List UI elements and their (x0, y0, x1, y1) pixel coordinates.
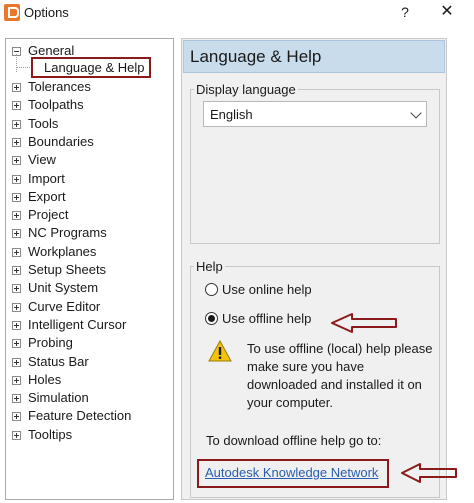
expand-icon[interactable] (12, 358, 21, 367)
tree-item-label: Probing (28, 335, 73, 350)
tree-item-simulation[interactable]: Simulation (6, 389, 166, 407)
tree-item-export[interactable]: Export (6, 188, 166, 206)
tree-item-label: Project (28, 207, 69, 222)
tree-item-label: Unit System (28, 280, 99, 295)
knowledge-network-link[interactable]: Autodesk Knowledge Network (205, 465, 378, 480)
annotation-arrow-icon (331, 313, 397, 333)
tree-item-feature-detection[interactable]: Feature Detection (6, 407, 166, 425)
tree-item-import[interactable]: Import (6, 170, 166, 188)
online-help-label[interactable]: Use online help (222, 282, 312, 298)
tree-item-label: Tools (28, 116, 59, 131)
expand-icon[interactable] (12, 412, 21, 421)
language-select[interactable]: English (203, 101, 427, 127)
expand-icon[interactable] (12, 284, 21, 293)
expand-icon[interactable] (12, 229, 21, 238)
tree-item-nc-programs[interactable]: NC Programs (6, 224, 166, 242)
online-help-radio[interactable] (205, 283, 218, 296)
title-bar: Options ? ✕ (0, 0, 474, 26)
expand-icon[interactable] (12, 101, 21, 110)
tree-item-curve-editor[interactable]: Curve Editor (6, 298, 166, 316)
annotation-arrow-icon (401, 463, 457, 483)
tree-item-label: Export (28, 189, 66, 204)
tree-item-unit-system[interactable]: Unit System (6, 279, 166, 297)
expand-icon[interactable] (12, 175, 21, 184)
tree-item-label: Curve Editor (28, 299, 101, 314)
tree-item-intelligent-cursor[interactable]: Intelligent Cursor (6, 316, 166, 334)
tree-item-label: Status Bar (28, 354, 89, 369)
offline-help-warning: To use offline (local) help please make … (247, 341, 433, 410)
tree-item-label: Holes (28, 372, 62, 387)
language-select-value: English (210, 107, 253, 122)
expand-icon[interactable] (12, 321, 21, 330)
tree-item-holes[interactable]: Holes (6, 371, 166, 389)
offline-help-radio[interactable] (205, 312, 218, 325)
tree-item-label: Boundaries (28, 134, 94, 149)
tree-item-label: Intelligent Cursor (28, 317, 127, 332)
offline-help-label[interactable]: Use offline help (222, 311, 311, 327)
expand-icon[interactable] (12, 83, 21, 92)
tree-item-label: Feature Detection (28, 408, 132, 423)
expand-icon[interactable] (12, 431, 21, 440)
tree-item-label: Workplanes (28, 244, 97, 259)
download-label: To download offline help go to: (206, 433, 382, 448)
tree-item-label: NC Programs (28, 225, 107, 240)
app-logo-icon (4, 4, 20, 21)
expand-icon[interactable] (12, 193, 21, 202)
expand-icon[interactable] (12, 266, 21, 275)
tree-item-status-bar[interactable]: Status Bar (6, 353, 166, 371)
expand-icon[interactable] (12, 339, 21, 348)
expand-icon[interactable] (12, 156, 21, 165)
tree-item-label: Toolpaths (28, 97, 84, 112)
tree-item-label: Tooltips (28, 427, 73, 442)
close-button[interactable]: ✕ (438, 3, 456, 21)
panel-header: Language & Help (183, 40, 445, 73)
warning-icon (208, 340, 232, 362)
tree-item-tooltips[interactable]: Tooltips (6, 426, 166, 444)
tree-item-label: Tolerances (28, 79, 91, 94)
help-button[interactable]: ? (396, 3, 414, 21)
tree-item-boundaries[interactable]: Boundaries (6, 133, 166, 151)
expand-icon[interactable] (12, 394, 21, 403)
expand-icon[interactable] (12, 211, 21, 220)
tree-item-toolpaths[interactable]: Toolpaths (6, 96, 166, 114)
selected-item-highlight (31, 57, 151, 78)
expand-icon[interactable] (12, 376, 21, 385)
tree-item-label: Import (28, 171, 65, 186)
expand-icon[interactable] (12, 120, 21, 129)
tree-item-label: Setup Sheets (28, 262, 107, 277)
expand-icon[interactable] (12, 303, 21, 312)
tree-item-setup-sheets[interactable]: Setup Sheets (6, 261, 166, 279)
help-group-label: Help (194, 259, 225, 274)
tree-item-tolerances[interactable]: Tolerances (6, 78, 166, 96)
window-title: Options (24, 5, 69, 20)
expand-icon[interactable] (12, 248, 21, 257)
options-tree[interactable]: General Language & Help Tolerances Toolpa… (5, 38, 174, 500)
tree-item-probing[interactable]: Probing (6, 334, 166, 352)
display-language-label: Display language (194, 82, 298, 97)
tree-item-label: Simulation (28, 390, 89, 405)
tree-item-project[interactable]: Project (6, 206, 166, 224)
expand-icon[interactable] (12, 138, 21, 147)
tree-item-tools[interactable]: Tools (6, 115, 166, 133)
tree-item-view[interactable]: View (6, 151, 166, 169)
chevron-down-icon (410, 107, 422, 119)
tree-item-label: View (28, 152, 56, 167)
page-title: Language & Help (190, 47, 322, 66)
tree-item-workplanes[interactable]: Workplanes (6, 243, 166, 261)
